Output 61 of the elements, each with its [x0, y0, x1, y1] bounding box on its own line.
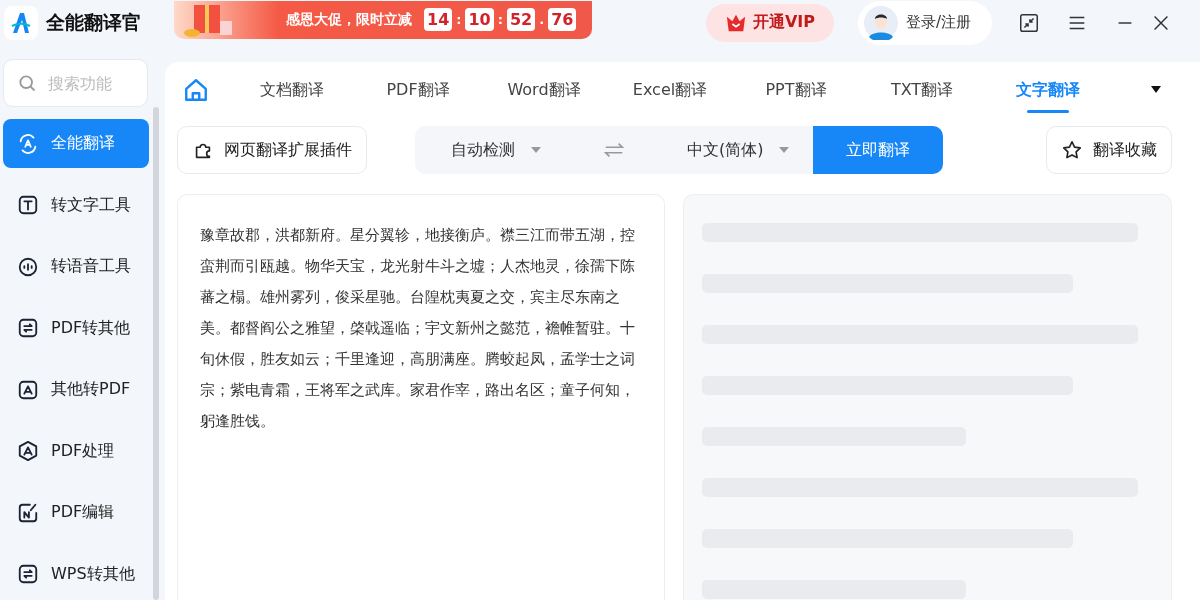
- tab[interactable]: Excel翻译: [607, 62, 733, 118]
- avatar-icon: [864, 5, 898, 40]
- convert-icon: [17, 563, 39, 585]
- tab[interactable]: 文字翻译: [985, 62, 1111, 118]
- sidebar-item[interactable]: WPS转其他: [3, 549, 149, 599]
- countdown-digits: 10: [465, 8, 494, 31]
- promo-banner[interactable]: 感恩大促，限时立减 14 : 10 : 52 . 76: [174, 0, 592, 39]
- sidebar-label: PDF转其他: [51, 317, 131, 339]
- sidebar-label: WPS转其他: [51, 563, 135, 585]
- tab[interactable]: TXT翻译: [859, 62, 985, 118]
- countdown-separator: .: [539, 12, 545, 27]
- tab[interactable]: Word翻译: [481, 62, 607, 118]
- scrollbar[interactable]: [153, 107, 159, 600]
- sidebar-item[interactable]: PDF编辑: [3, 488, 149, 537]
- edit-icon: [17, 501, 39, 524]
- countdown-digits: 14: [424, 8, 453, 31]
- sidebar-item[interactable]: 全能翻译: [3, 119, 149, 168]
- countdown-digits: 52: [506, 8, 536, 31]
- sidebar-label: 转语音工具: [51, 256, 131, 277]
- sidebar-item[interactable]: PDF转其他: [3, 303, 149, 353]
- source-text-panel[interactable]: 豫章故郡，洪都新府。星分翼轸，地接衡庐。襟三江而带五湖，控蛮荆而引瓯越。物华天宝，龙光射牛斗之墟；人杰地灵，徐孺下陈蕃之榻。雄州雾列，俊采星驰。台隍枕夷夏之交，宾主尽东南之美。都督阎公之雅望，棨戟遥临；宇文新州之懿范，襜帷暂驻。十旬休假，胜友如云；千里逢迎，高朋满座。腾蛟起凤，孟学士之词宗；紫电青霜，王将军之武库。家君作宰，路出名区；童子何知，躬逢胜饯。: [177, 194, 665, 600]
- translate-icon: [17, 132, 39, 155]
- pdf-icon: [17, 440, 39, 462]
- search-field[interactable]: 搜索功能: [3, 59, 148, 107]
- plugin-button[interactable]: 网页翻译扩展插件: [177, 126, 367, 174]
- dropdown-icon[interactable]: [1150, 85, 1162, 95]
- tab[interactable]: PPT翻译: [733, 62, 859, 118]
- login-button[interactable]: 登录/注册: [858, 0, 992, 45]
- sidebar-item[interactable]: 转语音工具: [3, 242, 149, 291]
- promo-text: 感恩大促，限时立减: [286, 10, 412, 29]
- sidebar-label: PDF处理: [51, 440, 115, 462]
- source-language-select[interactable]: 自动检测: [445, 138, 547, 162]
- translate-button[interactable]: 立即翻译: [813, 126, 943, 174]
- sidebar-item[interactable]: PDF处理: [3, 426, 149, 476]
- sidebar-item[interactable]: 转文字工具: [3, 180, 149, 230]
- sidebar-label: 转文字工具: [51, 194, 131, 216]
- countdown-separator: :: [497, 12, 503, 27]
- caret-icon: [779, 146, 790, 154]
- target-language-select[interactable]: 中文(简体): [681, 138, 796, 162]
- pdf-icon: [17, 378, 39, 401]
- text-icon: [17, 194, 39, 216]
- app-title: 全能翻译官: [46, 9, 142, 35]
- sidebar-item[interactable]: 其他转PDF: [3, 365, 149, 414]
- compress-icon[interactable]: [1018, 11, 1040, 34]
- home-icon[interactable]: [183, 77, 209, 103]
- countdown-separator: :: [456, 12, 462, 27]
- audio-icon: [17, 255, 39, 278]
- sidebar-label: PDF编辑: [51, 502, 115, 523]
- tab[interactable]: 文档翻译: [229, 62, 355, 118]
- countdown-digits: 76: [548, 8, 577, 31]
- caret-icon: [531, 146, 541, 154]
- favorites-button[interactable]: 翻译收藏: [1046, 126, 1172, 174]
- tab[interactable]: PDF翻译: [355, 62, 481, 118]
- search-icon: [17, 73, 37, 93]
- source-text: 豫章故郡，洪都新府。星分翼轸，地接衡庐。襟三江而带五湖，控蛮荆而引瓯越。物华天宝，龙光射牛斗之墟；人杰地灵，徐孺下陈蕃之榻。雄州雾列，俊采星驰。台隍枕夷夏之交，宾主尽东南之美。都督阎公之雅望，棨戟遥临；宇文新州之懿范，襜帷暂驻。十旬休假，胜友如云；千里逢迎，高朋满座。腾蛟起凤，孟学士之词宗；紫电青霜，王将军之武库。家君作宰，路出名区；童子何知，躬逢胜饯。: [200, 225, 636, 431]
- app-logo: [4, 5, 38, 40]
- vip-button[interactable]: 开通VIP: [706, 3, 834, 42]
- sidebar-label: 其他转PDF: [51, 379, 131, 400]
- convert-icon: [17, 317, 39, 339]
- sidebar-label: 全能翻译: [51, 133, 115, 154]
- star-icon: [1061, 139, 1083, 161]
